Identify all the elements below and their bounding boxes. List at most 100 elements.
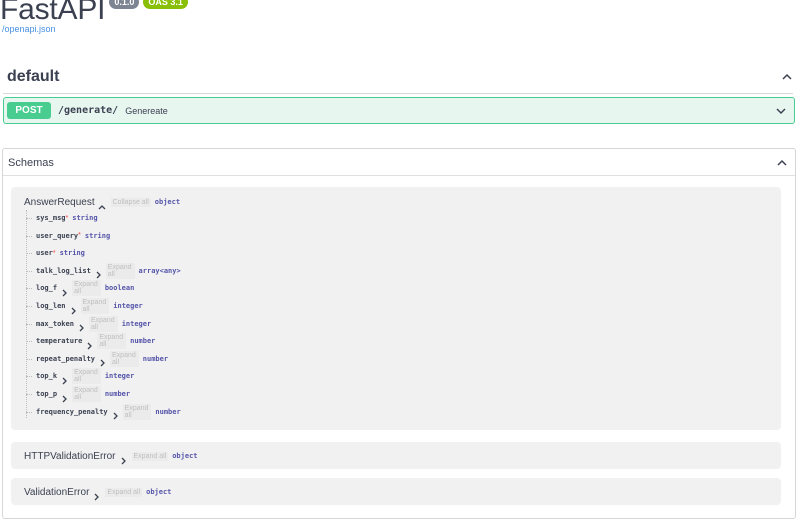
property-name: user <box>36 249 53 258</box>
required-marker: * <box>65 214 69 222</box>
oas-badge: OAS 3.1 <box>143 0 188 9</box>
chevron-right-icon[interactable] <box>94 266 102 279</box>
schemas-header[interactable]: Schemas <box>8 155 790 171</box>
expand-all-button[interactable]: Expand all <box>110 350 139 367</box>
property-type: number <box>104 390 131 398</box>
property-row[interactable]: top_p Expand all number <box>26 386 130 402</box>
default-section-title: default <box>7 68 60 85</box>
property-name: temperature <box>36 337 83 346</box>
property-name: talk_log_list <box>36 266 91 275</box>
collapse-all-button[interactable]: Collapse all <box>110 197 151 207</box>
app-title: FastAPI <box>0 0 106 26</box>
expand-all-button[interactable]: Expand all <box>131 451 169 461</box>
model-type: object <box>154 198 181 206</box>
property-type: string <box>84 231 111 240</box>
chevron-up-icon[interactable] <box>98 198 107 209</box>
property-row: sys_msg * string <box>26 210 98 226</box>
chevron-up-icon[interactable] <box>779 69 795 85</box>
property-row: user_query * string <box>26 228 110 244</box>
chevron-right-icon[interactable] <box>111 407 119 420</box>
expand-all-button[interactable]: Expand all <box>105 487 143 497</box>
property-name: top_k <box>36 372 58 381</box>
property-type: integer <box>113 302 143 310</box>
method-badge: POST <box>7 102 51 119</box>
property-type: number <box>142 354 169 363</box>
model-type: object <box>172 452 198 460</box>
schemas-divider <box>3 175 795 176</box>
property-name: log_len <box>36 302 66 310</box>
model-http-validation-error-header[interactable]: HTTPValidationError Expand all object <box>24 449 198 464</box>
property-row[interactable]: repeat_penalty Expand all number <box>26 350 169 367</box>
property-name: log_f <box>36 284 58 293</box>
chevron-right-icon[interactable] <box>60 372 68 385</box>
property-type: boolean <box>104 284 135 293</box>
tree-tick <box>26 376 32 378</box>
openapi-json-link[interactable]: /openapi.json <box>2 24 56 34</box>
property-row[interactable]: max_token Expand all integer <box>26 315 152 332</box>
expand-all-button[interactable]: Expand all <box>105 262 135 279</box>
schemas-title: Schemas <box>8 157 54 169</box>
model-name: ValidationError <box>24 486 90 498</box>
property-name: repeat_penalty <box>36 354 96 363</box>
tree-tick <box>26 411 32 414</box>
operation-post-generate[interactable]: POST /generate/ Genereate <box>3 97 795 124</box>
expand-all-button[interactable]: Expand all <box>88 315 118 332</box>
tree-tick <box>26 270 32 273</box>
tree-tick <box>26 235 32 238</box>
model-name: AnswerRequest <box>24 196 95 208</box>
expand-all-button[interactable]: Expand all <box>72 386 101 402</box>
property-row: user * string <box>26 245 85 261</box>
property-name: frequency_penalty <box>36 407 108 416</box>
default-section-header[interactable]: default <box>7 68 795 86</box>
tree-tick <box>26 218 32 220</box>
model-answer-request-header[interactable]: AnswerRequest Collapse all object <box>24 195 180 209</box>
model-type: object <box>146 488 172 496</box>
property-name: user_query <box>36 231 79 240</box>
model-validation-error-header[interactable]: ValidationError Expand all object <box>24 485 172 500</box>
property-row[interactable]: top_k Expand all integer <box>26 368 135 385</box>
chevron-right-icon[interactable] <box>69 302 77 314</box>
property-type: array<any> <box>138 266 181 275</box>
tree-tick <box>26 358 32 361</box>
property-name: top_p <box>36 390 58 398</box>
property-name: max_token <box>36 319 74 328</box>
property-type: integer <box>121 319 152 328</box>
expand-all-button[interactable]: Expand all <box>97 333 127 350</box>
property-type: string <box>72 214 98 222</box>
version-badge: 0.1.0 <box>109 0 140 9</box>
property-type: number <box>155 407 181 416</box>
chevron-right-icon[interactable] <box>92 488 101 500</box>
tree-tick <box>26 394 32 396</box>
chevron-down-icon[interactable] <box>773 103 789 119</box>
property-row[interactable]: temperature Expand all number <box>26 333 156 350</box>
property-row[interactable]: frequency_penalty Expand all number <box>26 403 181 420</box>
tree-tick <box>26 323 32 326</box>
property-type: string <box>59 249 85 258</box>
expand-all-button[interactable]: Expand all <box>80 298 110 314</box>
property-type: integer <box>104 372 135 381</box>
chevron-right-icon[interactable] <box>60 284 68 297</box>
tree-tick <box>26 306 32 308</box>
property-row[interactable]: talk_log_list Expand all array<any> <box>26 262 181 279</box>
expand-all-button[interactable]: Expand all <box>122 403 152 420</box>
section-divider <box>3 93 793 94</box>
property-type: number <box>130 337 156 346</box>
property-row[interactable]: log_f Expand all boolean <box>26 280 135 297</box>
chevron-right-icon[interactable] <box>60 390 68 402</box>
tree-tick <box>26 341 32 343</box>
operation-path: /generate/ <box>58 105 119 116</box>
tree-tick <box>26 288 32 290</box>
chevron-right-icon[interactable] <box>119 452 128 464</box>
chevron-right-icon[interactable] <box>77 319 85 332</box>
required-marker: * <box>52 249 56 257</box>
expand-all-button[interactable]: Expand all <box>72 280 101 297</box>
tree-tick <box>26 253 32 255</box>
operation-summary: Genereate <box>125 105 168 116</box>
chevron-up-icon[interactable] <box>774 155 790 171</box>
expand-all-button[interactable]: Expand all <box>72 368 101 385</box>
property-name: sys_msg <box>36 214 66 222</box>
chevron-right-icon[interactable] <box>98 354 106 367</box>
chevron-right-icon[interactable] <box>85 337 93 350</box>
property-row[interactable]: log_len Expand all integer <box>26 298 143 314</box>
model-name: HTTPValidationError <box>24 450 116 462</box>
